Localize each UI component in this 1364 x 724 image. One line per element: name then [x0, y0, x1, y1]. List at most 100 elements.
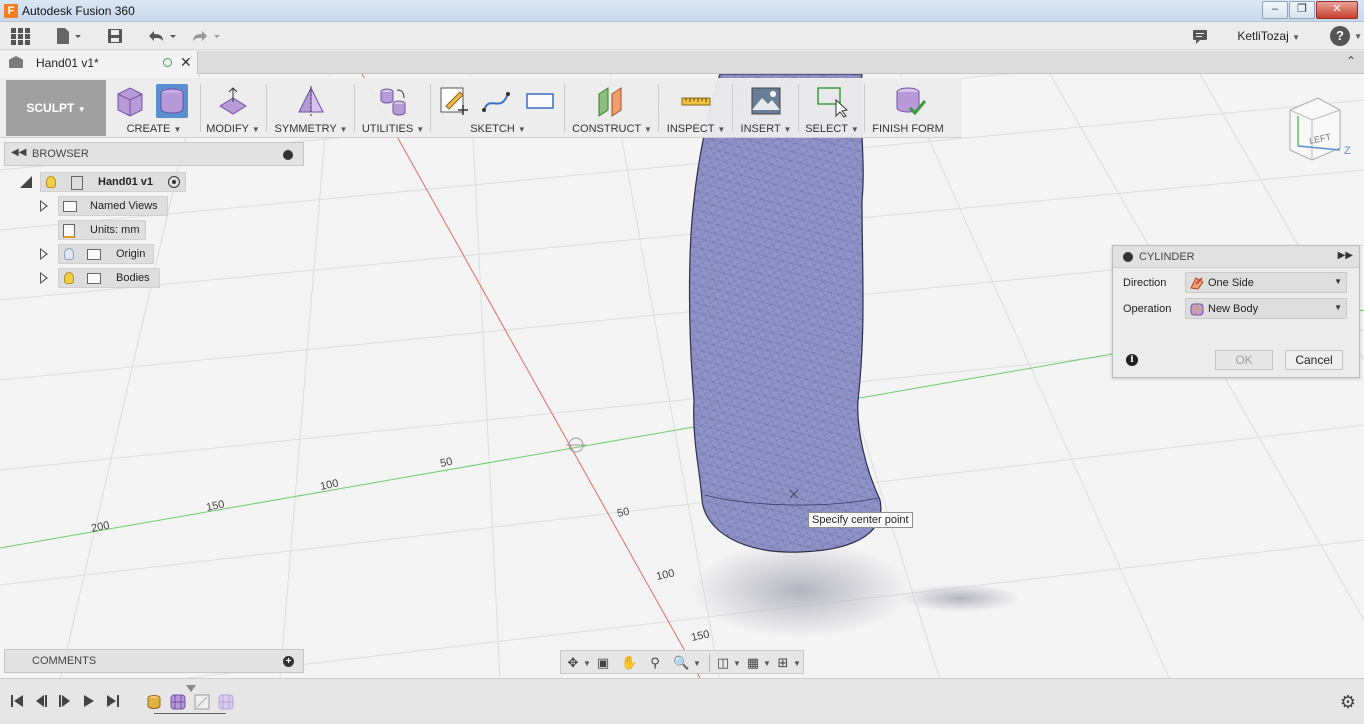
measure-icon[interactable] — [680, 84, 712, 118]
visibility-bulb-icon[interactable] — [46, 176, 56, 188]
cancel-button[interactable]: Cancel — [1285, 350, 1343, 370]
construct-menu[interactable]: CONSTRUCT ▼ — [570, 123, 654, 135]
undo-icon[interactable] — [146, 27, 180, 45]
select-icon[interactable] — [816, 84, 848, 118]
document-tab[interactable]: Hand01 v1* ✕ — [0, 51, 198, 74]
axis-z-label: Z — [1344, 145, 1351, 157]
close-tab-icon[interactable]: ✕ — [180, 54, 192, 71]
finish-form-icon[interactable] — [894, 84, 926, 118]
zoom-chevron-down-icon[interactable]: ▼ — [693, 659, 701, 668]
orbit-icon[interactable]: ✥ — [565, 655, 581, 671]
inspect-menu[interactable]: INSPECT ▼ — [664, 123, 728, 135]
create-sketch-icon[interactable] — [438, 84, 470, 118]
operation-select[interactable]: New Body ▼ — [1185, 298, 1347, 319]
activate-radio-icon[interactable] — [168, 176, 180, 188]
offset-plane-icon[interactable] — [596, 84, 628, 118]
expand-origin-icon[interactable] — [40, 248, 48, 260]
save-icon[interactable] — [106, 27, 124, 45]
utilities-group: UTILITIES ▼ — [360, 78, 426, 138]
spline-icon[interactable] — [480, 84, 512, 118]
create-menu[interactable]: CREATE ▼ — [110, 123, 198, 135]
expand-dialog-icon[interactable]: ▶▶ — [1338, 250, 1353, 261]
collapse-chevron-up-icon[interactable]: ⌃ — [1346, 54, 1356, 68]
minimize-button[interactable]: – — [1262, 1, 1288, 19]
tree-item-named-views[interactable]: Named Views — [58, 196, 168, 216]
visibility-bulb-icon[interactable] — [64, 248, 74, 260]
user-account-menu[interactable]: KetliTozaj ▼ — [1237, 29, 1300, 43]
tree-item-label: Origin — [116, 248, 146, 260]
go-to-end-icon[interactable] — [106, 694, 120, 708]
visibility-bulb-icon[interactable] — [64, 272, 74, 284]
display-settings-icon[interactable]: ◫ — [715, 655, 731, 671]
tree-collapse-icon[interactable] — [20, 176, 32, 188]
workspace-switcher[interactable]: SCULPT ▼ — [6, 80, 106, 136]
edit-form-icon[interactable] — [217, 84, 249, 118]
timeline-settings-gear-icon[interactable]: ⚙ — [1340, 692, 1356, 713]
browser-title: BROWSER — [32, 148, 89, 160]
sketch-group: SKETCH ▼ — [436, 78, 560, 138]
symmetry-menu[interactable]: SYMMETRY ▼ — [272, 123, 350, 135]
step-back-icon[interactable] — [34, 694, 48, 708]
utilities-menu[interactable]: UTILITIES ▼ — [360, 123, 426, 135]
timeline-feature-cylinder-icon[interactable] — [146, 694, 162, 710]
timeline-feature-form-icon[interactable] — [170, 694, 186, 710]
timeline-feature-form-suppressed-icon[interactable] — [218, 694, 234, 710]
insert-menu[interactable]: INSERT ▼ — [738, 123, 794, 135]
maximize-button[interactable]: ❐ — [1289, 1, 1315, 19]
orbit-chevron-down-icon[interactable]: ▼ — [583, 659, 591, 668]
tree-item-root[interactable]: Hand01 v1 — [40, 172, 186, 192]
finish-form-button[interactable]: FINISH FORM — [870, 123, 946, 135]
add-comment-icon[interactable]: + — [283, 656, 294, 667]
direction-select[interactable]: One Side ▼ — [1185, 272, 1347, 293]
hand-mesh-body[interactable] — [688, 74, 882, 553]
collapse-panel-icon[interactable]: ◀◀ — [11, 147, 26, 158]
display-chevron-down-icon[interactable]: ▼ — [733, 659, 741, 668]
pan-hand-icon[interactable]: ✋ — [621, 655, 637, 671]
zoom-icon[interactable]: ⚲ — [647, 655, 663, 671]
direction-value: One Side — [1208, 277, 1254, 289]
timeline-feature-sketch-icon[interactable] — [194, 694, 210, 710]
minimize-browser-icon[interactable] — [283, 150, 293, 160]
modify-menu[interactable]: MODIFY ▼ — [204, 123, 262, 135]
grid-settings-icon[interactable]: ▦ — [745, 655, 761, 671]
step-forward-icon[interactable] — [58, 694, 72, 708]
browser-panel-header[interactable]: ◀◀ BROWSER — [4, 142, 304, 166]
divider — [658, 84, 659, 132]
ok-button[interactable]: OK — [1215, 350, 1273, 370]
app-grid-icon[interactable] — [10, 27, 30, 45]
utilities-icon[interactable] — [377, 84, 409, 118]
help-chevron-down-icon[interactable]: ▼ — [1354, 32, 1362, 41]
grid-chevron-down-icon[interactable]: ▼ — [763, 659, 771, 668]
help-icon[interactable]: ? — [1330, 26, 1350, 46]
go-to-start-icon[interactable] — [10, 694, 24, 708]
dialog-header[interactable]: CYLINDER ▶▶ — [1113, 246, 1359, 268]
tree-item-origin[interactable]: Origin — [58, 244, 154, 264]
timeline-marker[interactable] — [186, 685, 196, 692]
tree-item-units[interactable]: Units: mm — [58, 220, 146, 240]
close-button[interactable]: ✕ — [1316, 1, 1358, 19]
view-cube[interactable]: LEFT Z — [1289, 97, 1351, 161]
collapse-dialog-icon[interactable] — [1123, 252, 1133, 262]
notifications-icon[interactable] — [1191, 27, 1209, 45]
viewports-icon[interactable]: ⊞ — [775, 655, 791, 671]
redo-icon[interactable] — [190, 27, 224, 45]
expand-named-views-icon[interactable] — [40, 200, 48, 212]
info-icon[interactable]: i — [1126, 354, 1138, 366]
expand-bodies-icon[interactable] — [40, 272, 48, 284]
rectangle-icon[interactable] — [524, 84, 556, 118]
play-icon[interactable] — [82, 694, 96, 708]
look-at-icon[interactable]: ▣ — [595, 655, 611, 671]
sketch-menu[interactable]: SKETCH ▼ — [436, 123, 560, 135]
cylinder-icon[interactable] — [156, 84, 188, 118]
viewports-chevron-down-icon[interactable]: ▼ — [793, 659, 801, 668]
symmetry-icon[interactable] — [295, 84, 327, 118]
canvas-image-icon[interactable] — [750, 84, 782, 118]
timeline-track — [154, 713, 226, 714]
box-icon[interactable] — [114, 84, 146, 118]
y-axis-tick-label: 50 — [616, 506, 630, 520]
comments-panel-header[interactable]: COMMENTS + — [4, 649, 304, 673]
tree-item-bodies[interactable]: Bodies — [58, 268, 160, 288]
file-menu-icon[interactable] — [55, 27, 85, 45]
zoom-window-icon[interactable]: 🔍 — [673, 655, 689, 671]
select-menu[interactable]: SELECT ▼ — [804, 123, 860, 135]
